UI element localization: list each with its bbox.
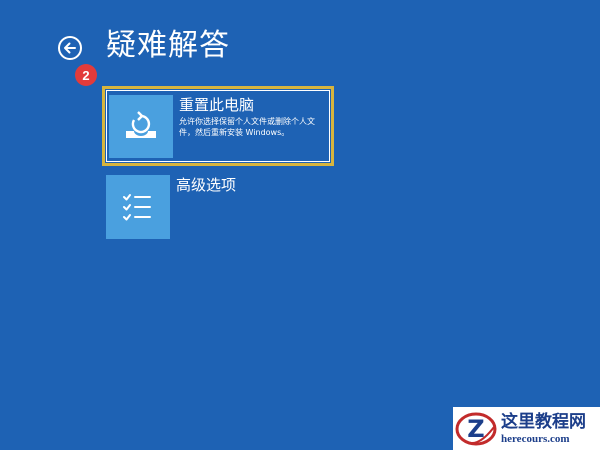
option-title: 高级选项: [176, 176, 237, 194]
option-title: 重置此电脑: [179, 96, 255, 114]
option-description: 允许你选择保留个人文件或删除个人文件，然后重新安装 Windows。: [179, 117, 315, 137]
checklist-icon: [123, 194, 151, 221]
site-logo-icon: Z: [455, 412, 497, 446]
option-advanced[interactable]: 高级选项: [102, 175, 334, 243]
watermark-url: herecours.com: [501, 432, 570, 445]
option-tile: [109, 95, 173, 158]
svg-text:Z: Z: [467, 415, 484, 443]
option-reset-pc[interactable]: 重置此电脑 允许你选择保留个人文件或删除个人文件，然后重新安装 Windows。: [102, 86, 334, 166]
reset-pc-icon: [126, 110, 156, 138]
arrow-left-icon: [64, 42, 76, 54]
watermark-name: 这里教程网: [501, 411, 586, 432]
option-tile: [106, 175, 170, 239]
page-title: 疑难解答: [106, 28, 230, 63]
watermark: Z 这里教程网 herecours.com: [453, 407, 600, 450]
step-badge: 2: [75, 64, 97, 86]
back-button[interactable]: [58, 36, 82, 60]
